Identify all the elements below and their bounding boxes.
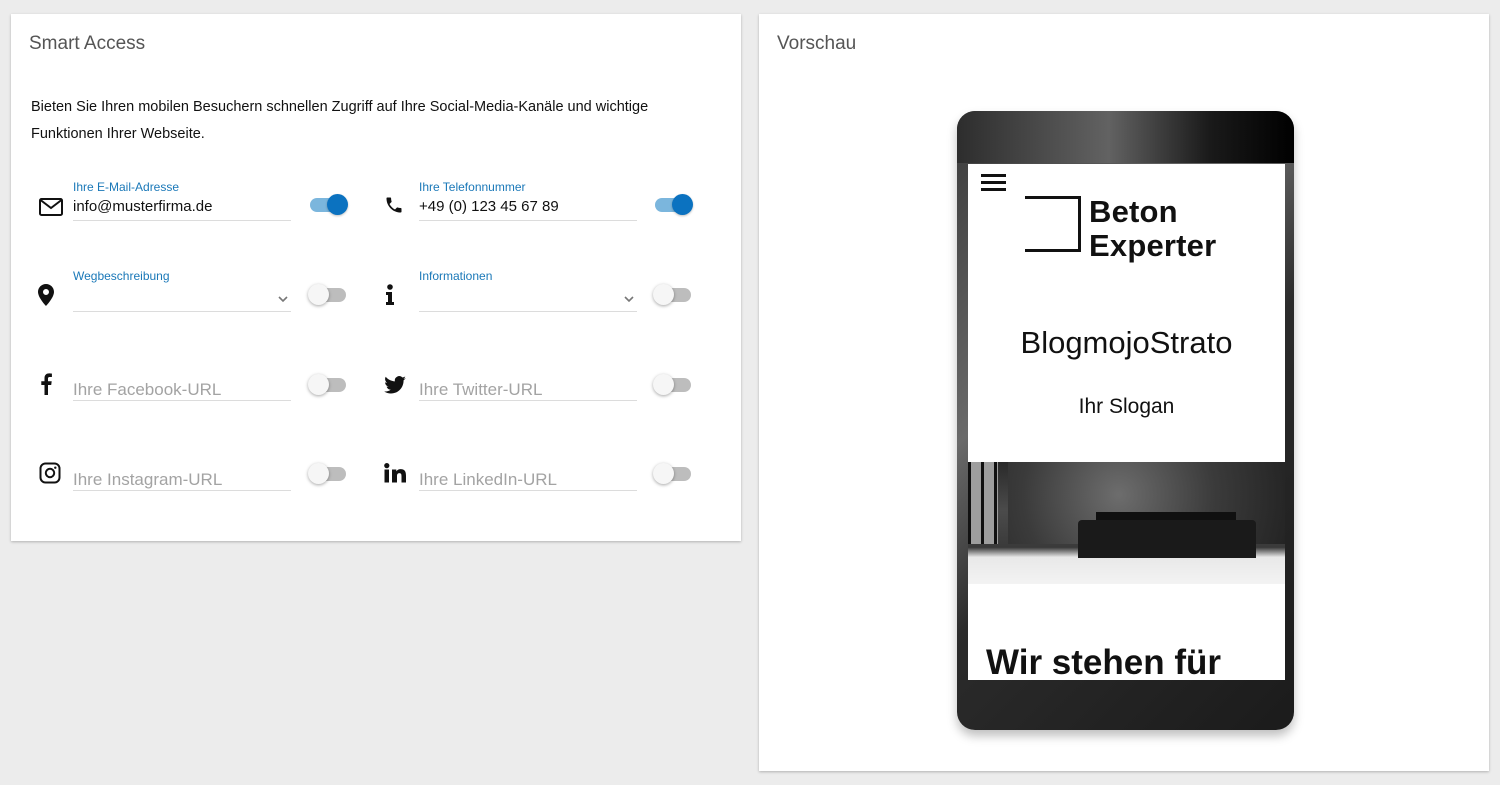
facebook-url-input[interactable]: Ihre Facebook-URL xyxy=(73,360,291,401)
chevron-down-icon xyxy=(278,296,288,303)
linkedin-url-placeholder: Ihre LinkedIn-URL xyxy=(419,470,557,489)
hero-image xyxy=(968,462,1285,584)
site-slogan: Ihr Slogan xyxy=(1078,395,1175,418)
facebook-icon xyxy=(33,371,59,397)
directions-toggle[interactable] xyxy=(308,282,348,306)
logo-text-value: Beton Experter xyxy=(1089,194,1217,263)
email-field[interactable]: Ihre E-Mail-Adresse info@musterfirma.de xyxy=(73,180,291,221)
phone-mockup: Beton Experter BlogmojoStrato Ihr Slogan… xyxy=(957,111,1294,730)
information-toggle[interactable] xyxy=(653,282,693,306)
twitter-url-input[interactable]: Ihre Twitter-URL xyxy=(419,360,637,401)
linkedin-toggle[interactable] xyxy=(653,461,693,485)
information-select[interactable]: Informationen xyxy=(419,269,637,312)
instagram-url-placeholder: Ihre Instagram-URL xyxy=(73,470,223,489)
information-select-label: Informationen xyxy=(419,269,493,283)
intro-text: Bieten Sie Ihren mobilen Besuchern schne… xyxy=(31,99,649,142)
phone-screen: Beton Experter BlogmojoStrato Ihr Slogan… xyxy=(968,164,1285,680)
info-icon xyxy=(377,282,403,308)
facebook-url-placeholder: Ihre Facebook-URL xyxy=(73,380,222,399)
directions-select[interactable]: Wegbeschreibung xyxy=(73,269,291,312)
preview-card: Vorschau Beton Experter BlogmojoStrato I… xyxy=(759,14,1489,771)
twitter-toggle[interactable] xyxy=(653,372,693,396)
email-toggle[interactable] xyxy=(308,192,348,216)
phone-top-bezel xyxy=(957,111,1294,163)
linkedin-icon xyxy=(382,460,408,486)
card-title: Smart Access xyxy=(29,33,146,54)
card-title: Vorschau xyxy=(777,33,857,54)
site-title: BlogmojoStrato xyxy=(1020,325,1233,360)
email-field-value[interactable]: info@musterfirma.de xyxy=(73,198,212,215)
instagram-icon xyxy=(37,460,63,486)
instagram-toggle[interactable] xyxy=(308,461,348,485)
smart-access-card: Smart Access Bieten Sie Ihren mobilen Be… xyxy=(11,14,741,541)
logo-mark xyxy=(1025,196,1081,252)
twitter-url-placeholder: Ihre Twitter-URL xyxy=(419,380,543,399)
phone-field-value[interactable]: +49 (0) 123 45 67 89 xyxy=(419,198,559,215)
chevron-down-icon xyxy=(624,296,634,303)
linkedin-url-input[interactable]: Ihre LinkedIn-URL xyxy=(419,450,637,491)
envelope-icon xyxy=(38,194,64,220)
facebook-toggle[interactable] xyxy=(308,372,348,396)
hamburger-menu-icon[interactable] xyxy=(981,174,1007,194)
phone-field-label: Ihre Telefonnummer xyxy=(419,180,526,194)
directions-select-label: Wegbeschreibung xyxy=(73,269,170,283)
twitter-icon xyxy=(382,372,408,398)
logo-text: Beton Experter xyxy=(1089,195,1249,263)
phone-toggle[interactable] xyxy=(653,192,693,216)
headline: Wir stehen für xyxy=(986,643,1221,680)
instagram-url-input[interactable]: Ihre Instagram-URL xyxy=(73,450,291,491)
phone-field[interactable]: Ihre Telefonnummer +49 (0) 123 45 67 89 xyxy=(419,180,637,221)
phone-icon xyxy=(381,192,407,218)
email-field-label: Ihre E-Mail-Adresse xyxy=(73,180,180,194)
map-pin-icon xyxy=(33,282,59,308)
